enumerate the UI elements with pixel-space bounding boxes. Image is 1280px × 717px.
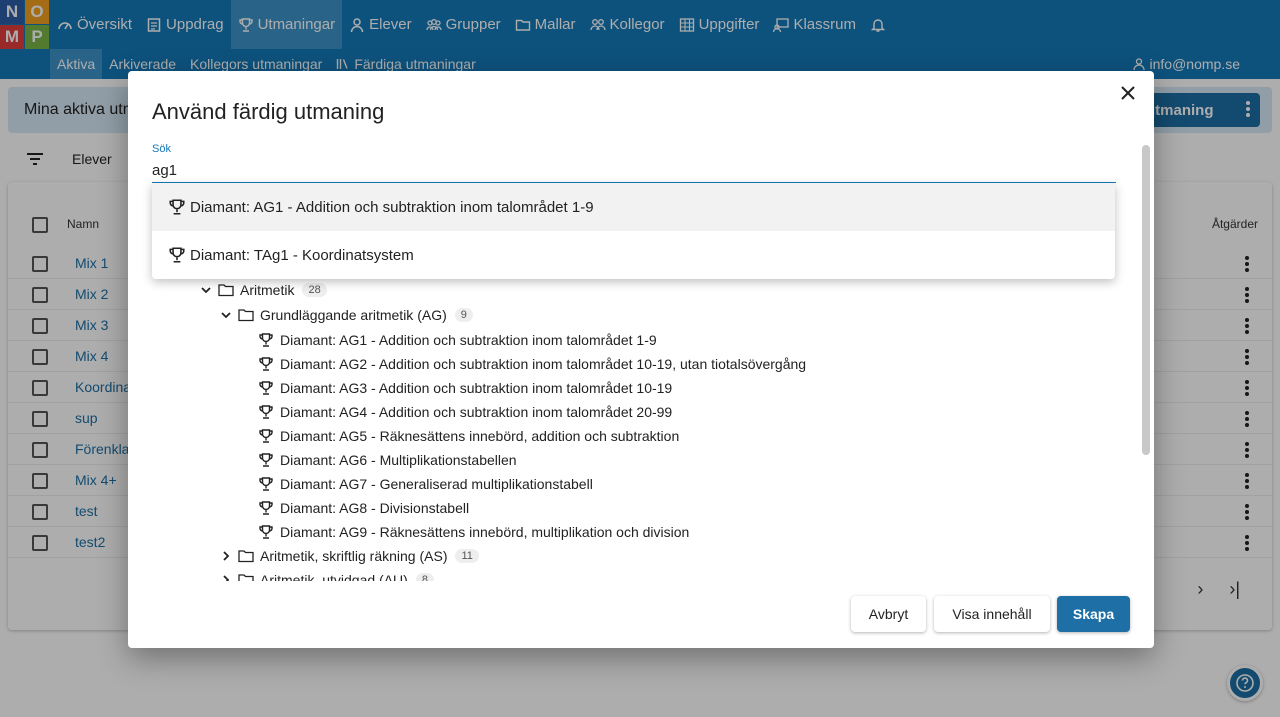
count-badge: 9 (454, 308, 473, 322)
trophy-icon (259, 381, 273, 395)
trophy-icon (259, 333, 273, 347)
suggestion-item[interactable]: Diamant: AG1 - Addition och subtraktion … (152, 183, 1115, 231)
tree-leaf[interactable]: Diamant: AG7 - Generaliserad multiplikat… (258, 473, 593, 495)
trophy-icon (259, 477, 273, 491)
count-badge: 8 (415, 573, 434, 581)
template-tree: Aritmetik 28 Grundläggande aritmetik (AG… (128, 271, 1138, 581)
chevron-down-icon[interactable] (200, 284, 212, 296)
tree-leaf-label: Diamant: AG2 - Addition och subtraktion … (280, 356, 807, 372)
trophy-icon (259, 453, 273, 467)
tree-leaf[interactable]: Diamant: AG2 - Addition och subtraktion … (258, 353, 806, 375)
trophy-icon (259, 429, 273, 443)
tree-leaf-label: Diamant: AG7 - Generaliserad multiplikat… (280, 476, 593, 492)
trophy-icon (259, 405, 273, 419)
trophy-icon (259, 501, 273, 515)
dialog-scrollbar[interactable] (1142, 145, 1150, 455)
tree-leaf-label: Diamant: AG5 - Räknesättens innebörd, ad… (280, 428, 680, 444)
folder-icon (238, 550, 254, 563)
chevron-right-icon[interactable] (220, 574, 232, 581)
tree-leaf[interactable]: Diamant: AG8 - Divisionstabell (258, 497, 469, 519)
chevron-right-icon[interactable] (220, 550, 232, 562)
count-badge: 28 (302, 283, 327, 297)
trophy-icon (169, 247, 185, 263)
tree-node-skriftlig[interactable]: Aritmetik, skriftlig räkning (AS) 11 (220, 545, 479, 567)
tree-leaf[interactable]: Diamant: AG1 - Addition och subtraktion … (258, 329, 657, 351)
tree-node-label: Grundläggande aritmetik (AG) (260, 307, 447, 323)
create-button[interactable]: Skapa (1057, 596, 1130, 632)
folder-icon (238, 574, 254, 581)
folder-icon (238, 309, 254, 322)
tree-leaf-label: Diamant: AG1 - Addition och subtraktion … (280, 332, 657, 348)
trophy-icon (169, 199, 185, 215)
tree-leaf[interactable]: Diamant: AG3 - Addition och subtraktion … (258, 377, 672, 399)
suggestion-item[interactable]: Diamant: TAg1 - Koordinatsystem (152, 231, 1115, 279)
dialog-title: Använd färdig utmaning (152, 99, 385, 124)
suggestion-label: Diamant: TAg1 - Koordinatsystem (190, 246, 414, 264)
use-template-dialog: Använd färdig utmaning Sök Aritmetik 28 … (128, 71, 1154, 648)
suggestion-label: Diamant: AG1 - Addition och subtraktion … (190, 198, 594, 216)
tree-node-utvidgad[interactable]: Aritmetik, utvidgad (AU) 8 (220, 569, 434, 581)
show-content-button[interactable]: Visa innehåll (934, 596, 1050, 632)
cancel-button[interactable]: Avbryt (851, 596, 926, 632)
chevron-down-icon[interactable] (220, 309, 232, 321)
tree-node-grundlaggande[interactable]: Grundläggande aritmetik (AG) 9 (220, 304, 473, 326)
search-label: Sök (152, 143, 171, 155)
tree-leaf-label: Diamant: AG3 - Addition och subtraktion … (280, 380, 673, 396)
tree-node-aritmetik[interactable]: Aritmetik 28 (200, 279, 327, 301)
tree-leaf[interactable]: Diamant: AG5 - Räknesättens innebörd, ad… (258, 425, 679, 447)
trophy-icon (259, 525, 273, 539)
close-icon[interactable] (1118, 83, 1138, 103)
folder-icon (218, 284, 234, 297)
tree-leaf-label: Diamant: AG9 - Räknesättens innebörd, mu… (280, 524, 690, 540)
tree-leaf-label: Diamant: AG6 - Multiplikationstabellen (280, 452, 517, 468)
tree-node-label: Aritmetik, skriftlig räkning (AS) (260, 548, 448, 564)
search-suggestions: Diamant: AG1 - Addition och subtraktion … (152, 183, 1115, 279)
tree-node-label: Aritmetik (240, 282, 295, 298)
count-badge: 11 (455, 549, 479, 563)
tree-leaf[interactable]: Diamant: AG9 - Räknesättens innebörd, mu… (258, 521, 689, 543)
trophy-icon (259, 357, 273, 371)
search-input[interactable] (152, 159, 1116, 183)
tree-leaf[interactable]: Diamant: AG6 - Multiplikationstabellen (258, 449, 517, 471)
tree-leaf[interactable]: Diamant: AG4 - Addition och subtraktion … (258, 401, 672, 423)
tree-leaf-label: Diamant: AG4 - Addition och subtraktion … (280, 404, 673, 420)
tree-node-label: Aritmetik, utvidgad (AU) (260, 572, 408, 581)
tree-leaf-label: Diamant: AG8 - Divisionstabell (280, 500, 470, 516)
